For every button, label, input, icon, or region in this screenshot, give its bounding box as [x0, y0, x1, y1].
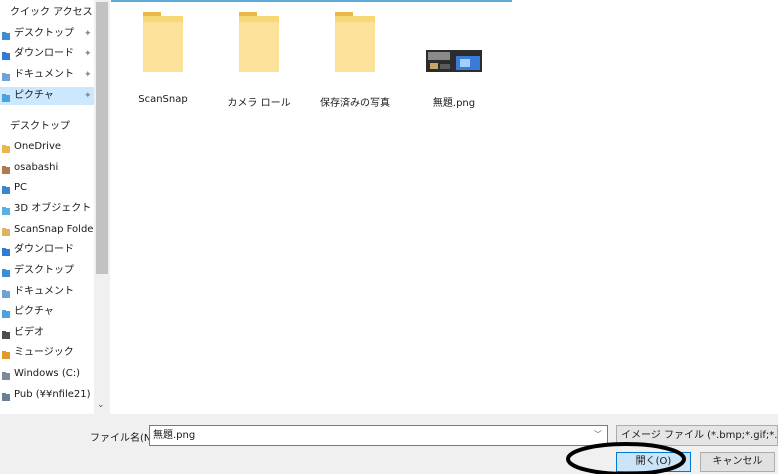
desktop-folder-icon — [2, 30, 10, 40]
file-name-label: 無題.png — [432, 98, 476, 109]
scrollbar-thumb[interactable] — [96, 2, 108, 274]
sidebar-item[interactable]: Windows (C:) — [0, 365, 94, 383]
sidebar-item-label: ミュージック — [14, 347, 74, 358]
sidebar-item-label: ビデオ — [14, 327, 44, 338]
image-thumbnail-icon — [426, 12, 482, 74]
sidebar-item-label: Windows (C:) — [14, 368, 80, 379]
file-item[interactable]: 保存済みの写真 — [315, 12, 395, 109]
videos-folder-icon — [2, 329, 10, 339]
file-name-label: ScanSnap — [138, 94, 188, 105]
download-folder-icon — [2, 246, 10, 256]
download-folder-icon — [2, 50, 10, 60]
sidebar-item[interactable]: Pub (¥¥nfile21) — [0, 386, 94, 404]
sidebar-item[interactable]: ダウンロード — [0, 241, 94, 259]
folder-icon — [333, 12, 377, 74]
pictures-folder-icon — [2, 92, 10, 102]
folder-icon — [141, 12, 185, 74]
drive-icon — [2, 370, 10, 380]
sidebar-item-label: ScanSnap Folde — [14, 224, 94, 235]
sidebar-item-label: ダウンロード — [14, 48, 74, 59]
scroll-down-arrow-icon[interactable]: ⌄ — [97, 400, 105, 410]
sidebar-item-label: ピクチャ — [14, 306, 54, 317]
sidebar-item[interactable]: ドキュメント — [0, 283, 94, 301]
sidebar-item[interactable]: 3D オブジェクト — [0, 200, 94, 218]
sidebar-item-label: デスクトップ — [14, 28, 74, 39]
sidebar-item-label: osabashi — [14, 162, 59, 173]
sidebar-item-label: ピクチャ — [14, 90, 54, 101]
pc-icon — [2, 184, 10, 194]
sidebar-item-label: クイック アクセス — [10, 7, 93, 18]
sidebar-item-label: 3D オブジェクト — [14, 203, 92, 214]
pictures-folder-icon — [2, 308, 10, 318]
sidebar-item-label: ドキュメント — [14, 69, 74, 80]
pin-icon: ✦ — [84, 91, 92, 101]
sidebar-item-label: Pub (¥¥nfile21) — [14, 389, 91, 400]
sidebar-item[interactable]: ドキュメント ✦ — [0, 66, 94, 84]
sidebar-item-label: OneDrive — [14, 141, 62, 152]
navigation-scrollbar[interactable]: ⌄ — [94, 0, 110, 414]
pin-icon: ✦ — [84, 29, 92, 39]
sidebar-item[interactable]: OneDrive — [0, 138, 94, 156]
folder-icon — [237, 12, 281, 74]
sidebar-item[interactable]: ミュージック — [0, 344, 94, 362]
sidebar-item[interactable]: デスクトップ — [0, 262, 94, 280]
file-item[interactable]: ScanSnap — [123, 12, 203, 105]
sidebar-item[interactable]: デスクトップ — [0, 118, 94, 136]
file-name-label: カメラ ロール — [227, 98, 291, 109]
network-drive-icon — [2, 391, 10, 401]
sidebar-item[interactable]: デスクトップ ✦ — [0, 25, 94, 43]
sidebar-item[interactable]: ピクチャ — [0, 303, 94, 321]
sidebar-item-label: ドキュメント — [14, 286, 74, 297]
highlight-circle-annotation — [566, 442, 686, 474]
sidebar-item-label: デスクトップ — [10, 121, 70, 132]
scansnap-folder-icon — [2, 226, 10, 236]
documents-folder-icon — [2, 71, 10, 81]
sidebar-item[interactable]: ScanSnap Folde — [0, 221, 94, 239]
sidebar-item-label: ダウンロード — [14, 244, 74, 255]
sidebar-item-label: デスクトップ — [14, 265, 74, 276]
user-icon — [2, 164, 10, 174]
file-name-label: 保存済みの写真 — [320, 98, 390, 109]
3d-objects-folder-icon — [2, 205, 10, 215]
file-item[interactable]: 無題.png — [414, 12, 494, 109]
music-folder-icon — [2, 349, 10, 359]
cancel-button[interactable]: キャンセル — [700, 452, 775, 472]
sidebar-item[interactable]: osabashi — [0, 159, 94, 177]
onedrive-folder-icon — [2, 143, 10, 153]
sidebar-item-label: PC — [14, 182, 28, 193]
file-item[interactable]: カメラ ロール — [219, 12, 299, 109]
sidebar-item[interactable]: ビデオ — [0, 324, 94, 342]
desktop-folder-icon — [2, 267, 10, 277]
documents-folder-icon — [2, 288, 10, 298]
pin-icon: ✦ — [84, 49, 92, 59]
pin-icon: ✦ — [84, 70, 92, 80]
sidebar-item[interactable]: クイック アクセス — [0, 4, 94, 22]
filename-input[interactable]: 無題.png — [149, 425, 608, 446]
sidebar-item[interactable]: ダウンロード ✦ — [0, 45, 94, 63]
file-list-view: ScanSnap カメラ ロール 保存済みの写真 無題.png — [111, 0, 778, 414]
header-accent-line — [111, 0, 512, 2]
sidebar-item[interactable]: ピクチャ ✦ — [0, 87, 94, 105]
sidebar-item[interactable]: PC — [0, 179, 94, 197]
